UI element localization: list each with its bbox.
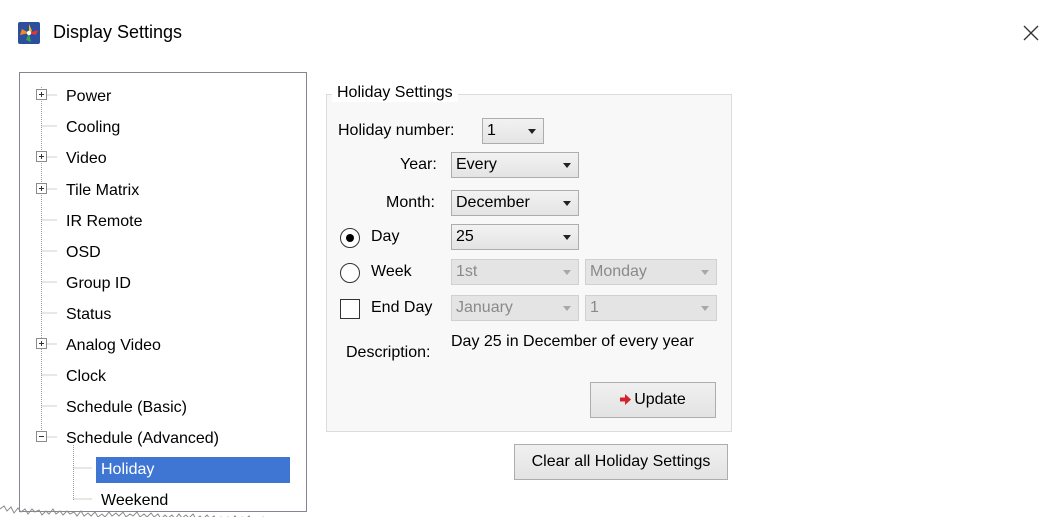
end-month-select[interactable]: January bbox=[451, 295, 579, 321]
chevron-down-icon bbox=[701, 270, 709, 275]
tree-item-label: Group ID bbox=[66, 275, 131, 292]
tree-item-label: Power bbox=[66, 88, 112, 105]
end-month-value: January bbox=[456, 299, 513, 316]
week-radio[interactable] bbox=[340, 263, 360, 283]
display-settings-app-icon bbox=[18, 22, 40, 44]
chevron-down-icon bbox=[701, 306, 709, 311]
red-arrow-right-icon bbox=[620, 394, 632, 405]
expand-tile-matrix-icon[interactable] bbox=[36, 183, 47, 194]
tree-item-schedule-advanced[interactable]: Schedule (Advanced) bbox=[61, 424, 224, 450]
window-title: Display Settings bbox=[53, 22, 183, 42]
week-radio-label[interactable]: Week bbox=[371, 263, 412, 281]
tree-item-holiday[interactable]: Holiday bbox=[96, 455, 290, 483]
tree-item-schedule-basic[interactable]: Schedule (Basic) bbox=[61, 393, 192, 419]
tree-item-clock[interactable]: Clock bbox=[61, 362, 111, 388]
holiday-settings-title: Holiday Settings bbox=[332, 84, 458, 102]
expand-power-icon[interactable] bbox=[36, 89, 47, 100]
month-select[interactable]: December bbox=[451, 190, 579, 216]
tree-item-tile-matrix[interactable]: Tile Matrix bbox=[61, 176, 144, 202]
tree-item-osd[interactable]: OSD bbox=[61, 238, 106, 264]
clear-all-holiday-settings-button[interactable]: Clear all Holiday Settings bbox=[514, 444, 728, 480]
tree-item-ir-remote[interactable]: IR Remote bbox=[61, 207, 147, 233]
tree-item-video[interactable]: Video bbox=[61, 144, 112, 170]
tree-item-label: IR Remote bbox=[66, 213, 143, 230]
week-ordinal-value: 1st bbox=[456, 263, 478, 280]
chevron-down-icon bbox=[563, 270, 571, 275]
end-day-value: 1 bbox=[590, 299, 599, 316]
title-bar: Display Settings bbox=[0, 0, 1061, 66]
holiday-number-select[interactable]: 1 bbox=[482, 118, 544, 144]
day-radio-label[interactable]: Day bbox=[371, 228, 399, 246]
update-button[interactable]: Update bbox=[590, 382, 716, 418]
tree-item-label: Cooling bbox=[66, 119, 121, 136]
tree-item-label: Tile Matrix bbox=[66, 182, 140, 199]
settings-tree[interactable]: Power Cooling Video Tile Matrix IR Remot… bbox=[19, 72, 307, 512]
expand-analog-video-icon[interactable] bbox=[36, 338, 47, 349]
month-label: Month: bbox=[386, 194, 435, 211]
tree-item-label: Holiday bbox=[96, 457, 290, 483]
month-value: December bbox=[456, 194, 530, 211]
tree-item-cooling[interactable]: Cooling bbox=[61, 113, 125, 139]
chevron-down-icon bbox=[528, 129, 536, 134]
description-text: Day 25 in December of every year bbox=[451, 333, 694, 350]
day-radio[interactable] bbox=[340, 228, 360, 248]
tree-item-analog-video[interactable]: Analog Video bbox=[61, 331, 166, 357]
description-label: Description: bbox=[346, 344, 431, 361]
tree-item-label: Clock bbox=[66, 368, 107, 385]
tree-item-label: Analog Video bbox=[66, 337, 161, 354]
tree-item-label: Schedule (Basic) bbox=[66, 399, 187, 416]
clear-all-button-label: Clear all Holiday Settings bbox=[531, 453, 711, 470]
end-day-label[interactable]: End Day bbox=[371, 299, 432, 317]
year-select[interactable]: Every bbox=[451, 152, 579, 178]
tree-item-group-id[interactable]: Group ID bbox=[61, 269, 136, 295]
chevron-down-icon bbox=[563, 163, 571, 168]
update-button-label: Update bbox=[634, 391, 686, 408]
day-select[interactable]: 25 bbox=[451, 224, 579, 250]
end-day-select[interactable]: 1 bbox=[585, 295, 717, 321]
tree-item-status[interactable]: Status bbox=[61, 300, 116, 326]
chevron-down-icon bbox=[563, 306, 571, 311]
chevron-down-icon bbox=[563, 201, 571, 206]
torn-edge-decoration bbox=[0, 505, 264, 517]
collapse-schedule-advanced-icon[interactable] bbox=[36, 431, 47, 442]
tree-item-label: OSD bbox=[66, 244, 101, 261]
week-weekday-select[interactable]: Monday bbox=[585, 259, 717, 285]
week-weekday-value: Monday bbox=[590, 263, 647, 280]
end-day-checkbox[interactable] bbox=[340, 299, 360, 319]
year-value: Every bbox=[456, 156, 497, 173]
tree-item-label: Video bbox=[66, 150, 107, 167]
year-label: Year: bbox=[400, 156, 437, 173]
tree-item-label: Status bbox=[66, 306, 112, 323]
close-icon[interactable] bbox=[1010, 14, 1050, 50]
chevron-down-icon bbox=[563, 235, 571, 240]
week-ordinal-select[interactable]: 1st bbox=[451, 259, 579, 285]
day-value: 25 bbox=[456, 228, 474, 245]
expand-video-icon[interactable] bbox=[36, 151, 47, 162]
tree-item-label: Schedule (Advanced) bbox=[66, 430, 219, 447]
holiday-number-value: 1 bbox=[487, 122, 496, 139]
tree-item-power[interactable]: Power bbox=[61, 82, 116, 108]
holiday-number-label: Holiday number: bbox=[338, 122, 455, 139]
